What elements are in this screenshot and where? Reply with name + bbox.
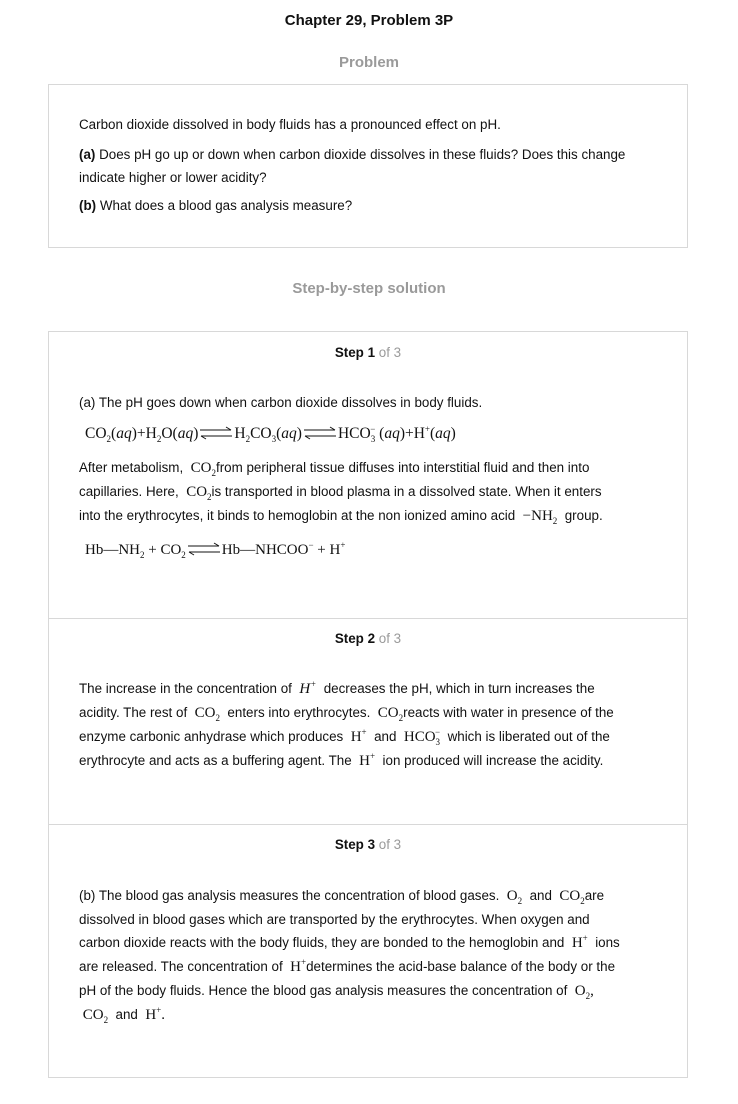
part-b-text: What does a blood gas analysis measure? xyxy=(99,198,353,213)
step-2-header: Step 2 of 3 xyxy=(334,631,402,646)
solution-box: Step 1 of 3 (a) The pH goes down when ca… xyxy=(48,331,688,1078)
step-2-paragraph: The increase in the concentration of H+ … xyxy=(79,679,614,770)
part-a-text: Does pH go up or down when carbon dioxid… xyxy=(79,147,626,185)
step-1-answer: (a) The pH goes down when carbon dioxide… xyxy=(79,395,483,410)
part-b-label: (b) xyxy=(79,198,97,213)
step-divider xyxy=(49,824,687,825)
equilibrium-arrow-icon xyxy=(303,426,336,440)
equation-co2-hydration: CO2(aq)+H2O(aq) H2CO3(aq) HCO3− (aq)+H+(aq… xyxy=(85,423,456,445)
part-a-label: (a) xyxy=(79,147,96,162)
problem-intro: Carbon dioxide dissolved in body fluids … xyxy=(79,117,501,132)
problem-box: Carbon dioxide dissolved in body fluids … xyxy=(48,84,688,248)
step-1-paragraph: After metabolism, CO2from peripheral tis… xyxy=(79,460,603,526)
step-1-header: Step 1 of 3 xyxy=(334,345,402,360)
page-title: Chapter 29, Problem 3P xyxy=(284,12,454,29)
equilibrium-arrow-icon xyxy=(200,426,233,440)
equation-carbamino: Hb—NH2 + CO2 Hb—NHCOO− + H+ xyxy=(85,540,346,560)
step-3-paragraph: (b) The blood gas analysis measures the … xyxy=(79,888,620,1025)
problem-part-a: (a) Does pH go up or down when carbon di… xyxy=(79,143,659,189)
equilibrium-arrow-icon xyxy=(187,542,220,556)
solution-heading: Step-by-step solution xyxy=(292,280,446,297)
step-divider xyxy=(49,618,687,619)
problem-part-b: (b) What does a blood gas analysis measu… xyxy=(79,194,659,217)
step-3-header: Step 3 of 3 xyxy=(334,837,402,852)
problem-heading: Problem xyxy=(338,54,399,71)
